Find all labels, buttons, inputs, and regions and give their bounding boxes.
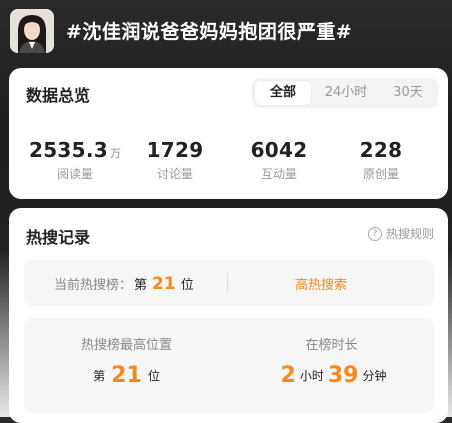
tab-all[interactable]: 全部 <box>255 81 311 105</box>
stat-label: 阅读量 <box>56 167 93 181</box>
stat-interactions: 6042 互动量 <box>224 138 334 182</box>
topic-title: #沈佳润说爸爸妈妈抱团很严重# <box>66 21 353 43</box>
stat-value: 2535.3 <box>29 138 108 162</box>
peak-rank-label: 热搜榜最高位置 <box>80 338 172 353</box>
rank-prefix: 第 <box>134 278 148 293</box>
hot-tag[interactable]: 高热搜索 <box>295 274 347 293</box>
rank-prefix: 第 <box>93 369 106 383</box>
current-rank: 当前热搜榜：第 21 位 <box>54 274 194 294</box>
topic-header: #沈佳润说爸爸妈妈抱团很严重# <box>0 0 452 64</box>
tab-24h[interactable]: 24小时 <box>315 81 377 105</box>
overview-title: 数据总览 <box>26 86 91 105</box>
rank-stats-box: 热搜榜最高位置 第 21 位 在榜时长 2 小时 39 分钟 <box>24 318 434 413</box>
avatar-image-icon <box>10 9 54 53</box>
rank-suffix: 位 <box>147 369 160 383</box>
hours-unit: 小时 <box>299 369 324 383</box>
peak-rank-number: 21 <box>111 363 142 388</box>
data-overview-card: 数据总览 全部 24小时 30天 2535.3 万 阅读量 1729 讨论量 60… <box>9 68 448 199</box>
time-range-tabs: 全部 24小时 30天 <box>252 78 438 108</box>
current-rank-box: 当前热搜榜：第 21 位 高热搜索 <box>24 260 434 306</box>
stat-discussions: 1729 讨论量 <box>120 138 230 182</box>
minutes-unit: 分钟 <box>362 369 387 383</box>
question-icon: ? <box>367 226 382 241</box>
stat-label: 讨论量 <box>156 167 193 181</box>
stat-reads: 2535.3 万 阅读量 <box>20 138 130 182</box>
topic-avatar[interactable] <box>10 9 54 53</box>
rank-suffix: 位 <box>180 278 194 293</box>
stat-value: 6042 <box>250 138 308 162</box>
divider <box>227 273 228 293</box>
stat-label: 互动量 <box>260 167 297 181</box>
peak-rank: 热搜榜最高位置 第 21 位 <box>24 334 229 388</box>
hot-search-card: 热搜记录 ? 热搜规则 当前热搜榜：第 21 位 高热搜索 热搜榜最高位置 第 21 位… <box>9 208 448 423</box>
rules-label: 热搜规则 <box>385 227 434 241</box>
duration-label: 在榜时长 <box>305 338 358 353</box>
duration-hours: 2 <box>280 363 296 388</box>
hot-search-rules-link[interactable]: ? 热搜规则 <box>367 225 434 242</box>
tab-30d[interactable]: 30天 <box>381 81 435 105</box>
stat-originals: 228 原创量 <box>326 138 436 182</box>
on-list-duration: 在榜时长 2 小时 39 分钟 <box>229 334 434 388</box>
current-rank-number: 21 <box>152 274 176 294</box>
current-rank-label: 当前热搜榜： <box>54 278 133 293</box>
hot-search-title: 热搜记录 <box>26 228 91 247</box>
stat-value: 228 <box>359 138 403 162</box>
stat-value: 1729 <box>146 138 204 162</box>
stat-label: 原创量 <box>362 167 399 181</box>
duration-minutes: 39 <box>327 363 359 388</box>
